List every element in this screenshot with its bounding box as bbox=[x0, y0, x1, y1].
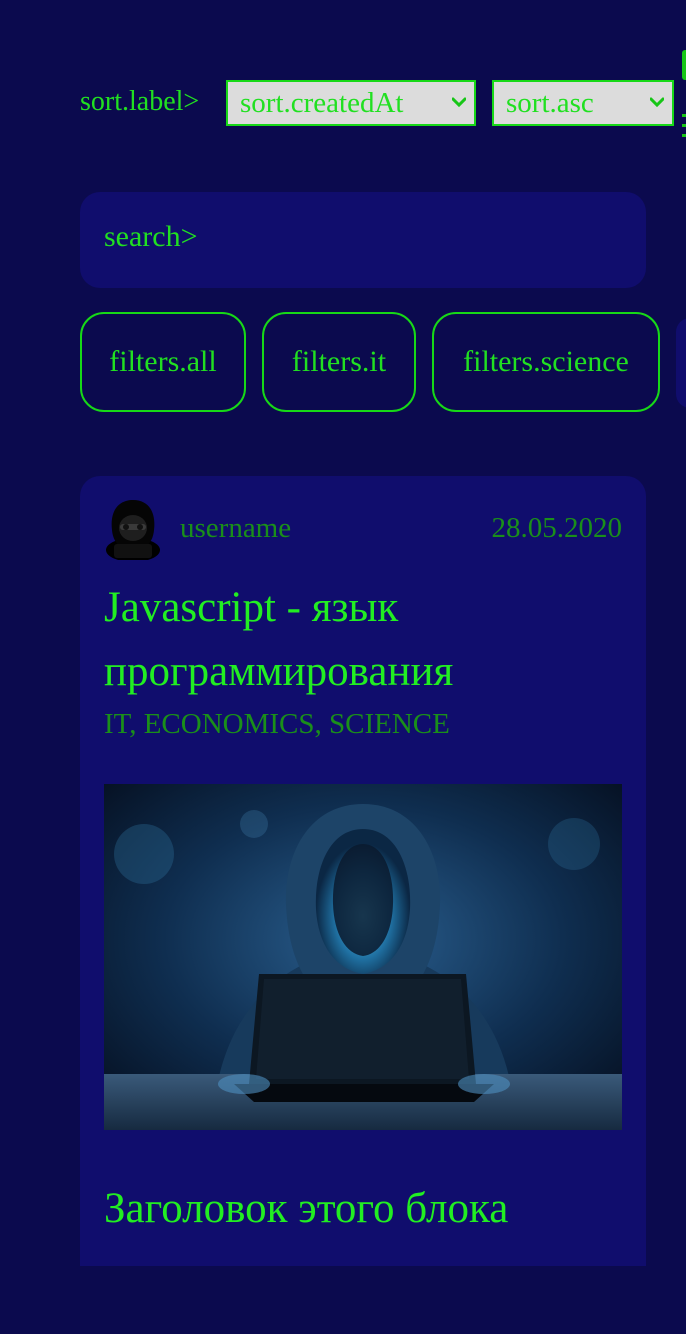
post-username[interactable]: username bbox=[180, 512, 291, 545]
filter-chip-it[interactable]: filters.it bbox=[262, 312, 416, 412]
chevron-down-icon bbox=[452, 97, 466, 108]
menu-icon[interactable] bbox=[680, 110, 686, 142]
filter-chip-all[interactable]: filters.all bbox=[80, 312, 246, 412]
block-title: Заголовок этого блока bbox=[104, 1185, 509, 1232]
search-label: search> bbox=[104, 220, 198, 253]
post-date: 28.05.2020 bbox=[491, 512, 623, 544]
filter-chip-science[interactable]: filters.science bbox=[432, 312, 660, 412]
sort-order-select[interactable]: sort.asc bbox=[492, 80, 674, 126]
app-page: sort.label> sort.createdAt sort.asc sear… bbox=[0, 0, 686, 1334]
filter-chip-overflow[interactable] bbox=[676, 318, 686, 408]
avatar bbox=[106, 500, 160, 560]
offscreen-button-edge[interactable] bbox=[682, 50, 686, 80]
sort-field-value: sort.createdAt bbox=[240, 87, 404, 119]
search-input[interactable]: search> bbox=[80, 192, 646, 288]
sort-label: sort.label> bbox=[80, 86, 200, 117]
chevron-down-icon bbox=[650, 97, 664, 108]
sort-order-value: sort.asc bbox=[506, 87, 594, 119]
post-title[interactable]: Javascript - язык программирования bbox=[104, 576, 624, 704]
post-tags: IT, ECONOMICS, SCIENCE bbox=[104, 708, 450, 740]
post-image bbox=[104, 784, 622, 1130]
post-card[interactable]: username 28.05.2020 Javascript - язык пр… bbox=[80, 476, 646, 1266]
hooded-hacker-image bbox=[104, 784, 622, 1130]
sort-field-select[interactable]: sort.createdAt bbox=[226, 80, 476, 126]
